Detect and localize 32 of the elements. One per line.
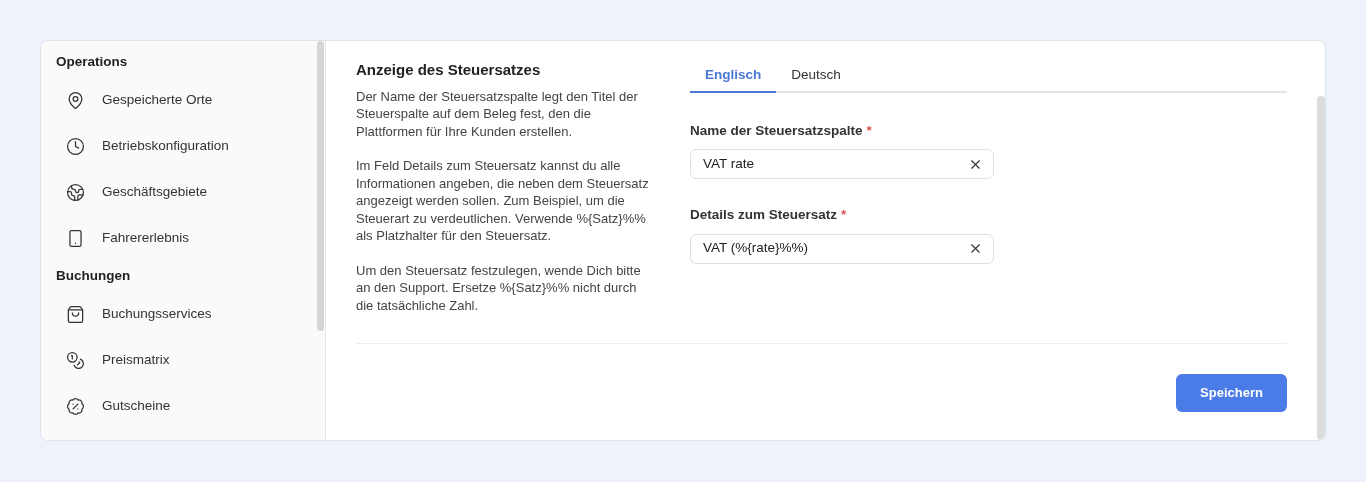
globe-icon — [66, 182, 85, 202]
sidebar-heading: Buchungen — [56, 266, 132, 285]
field-label: Name der Steuersatzspalte — [690, 122, 863, 140]
phone-icon — [66, 228, 85, 248]
description-paragraph: Der Name der Steuersatzspalte legt den Titel der Steuerspalte auf dem Beleg fest, den die Plattformen für Ihre Kunden erstellen. — [356, 87, 639, 140]
scrollbar[interactable] — [317, 41, 324, 331]
coins-icon — [66, 350, 85, 370]
sidebar-item[interactable]: Betriebskonfiguration — [56, 123, 306, 169]
clear-icon[interactable] — [968, 241, 983, 256]
description-paragraph: Um den Steuersatz festzulegen, wende Dich bitte an den Support. Ersetze %{Satz}%% nicht durch die tatsächliche Zahl. — [356, 261, 642, 314]
sidebar-item[interactable]: Geschäftsgebiete — [56, 169, 306, 215]
shopping-bag-icon — [66, 304, 85, 324]
map-pin-icon — [66, 90, 85, 110]
sidebar-item[interactable]: Gutscheine — [56, 383, 306, 429]
save-button[interactable]: Speichern — [1176, 374, 1287, 412]
sidebar-heading: Operations — [56, 52, 129, 71]
sidebar-item[interactable]: Preismatrix — [56, 337, 306, 383]
discount-badge-icon — [66, 396, 85, 416]
text-field[interactable]: VAT (%{rate}%%) — [690, 233, 994, 264]
required-mark: * — [866, 122, 872, 140]
text-field[interactable]: VAT rate — [690, 149, 994, 180]
required-mark: * — [841, 206, 847, 225]
description-paragraph: Im Feld Details zum Steuersatz kannst du alle Informationen angeben, die neben dem Steuersatz angezeigt werden sollen. Zum Beispiel, um die Steuerart zu verdeutlichen. Verwende %{Satz}%% als Platzhalter für den Steuersatz. — [356, 157, 650, 245]
sidebar-item[interactable]: Buchungsservices — [56, 291, 306, 337]
scrollbar[interactable] — [1317, 96, 1325, 440]
sidebar-item[interactable]: Fahrererlebnis — [56, 215, 306, 261]
clock-icon — [66, 136, 85, 156]
language-tab[interactable]: Deutsch — [776, 59, 856, 93]
field-label: Details zum Steuersatz — [690, 206, 838, 225]
sidebar-item[interactable]: Gespeicherte Orte — [56, 77, 306, 123]
language-tab[interactable]: Englisch — [690, 59, 777, 93]
section-title: Anzeige des Steuersatzes — [356, 60, 542, 80]
